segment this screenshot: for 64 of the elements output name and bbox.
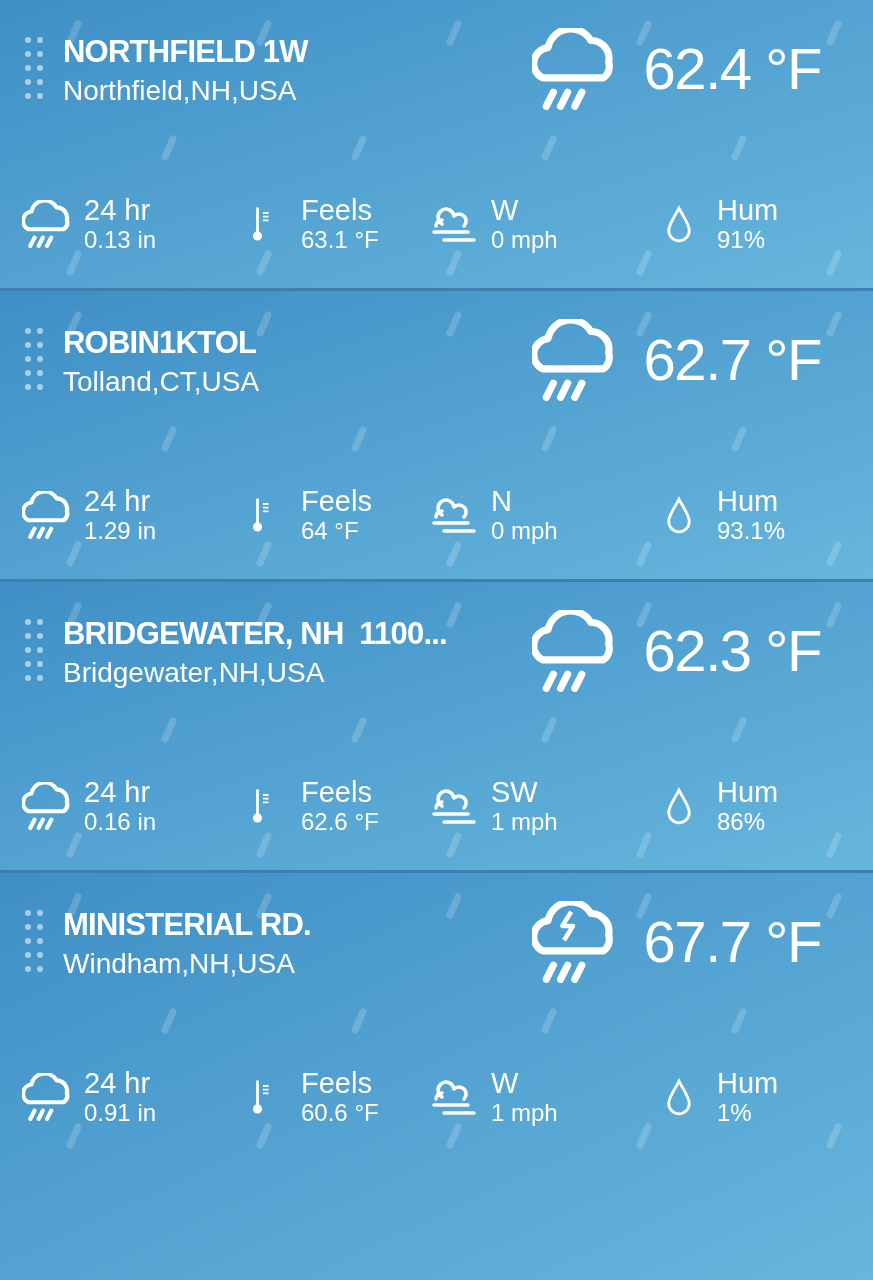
- stat-value: 0.91 in: [84, 1099, 157, 1127]
- stat-label: 24 hr: [84, 194, 152, 226]
- station-name: BRIDGEWATER, NH 1100...: [63, 615, 448, 653]
- stat-label: W: [491, 194, 520, 226]
- temperature-reading: 62.4 °F: [643, 35, 821, 103]
- rain-cloud-icon: [22, 200, 70, 248]
- stat-label: 24 hr: [84, 485, 152, 517]
- station-card[interactable]: NORTHFIELD 1W Northfield,NH,USA 62.4 °F 24 hr 0.13 in Feels 63.1 °F W 0 mph Hum 91%: [0, 0, 873, 288]
- temperature-reading: 62.3 °F: [643, 617, 821, 685]
- stat-label: W: [491, 1067, 520, 1099]
- stat-value: 93.1%: [717, 517, 786, 545]
- stat-value: 64 °F: [301, 517, 360, 545]
- rain-cloud-icon: [531, 319, 614, 401]
- stat-label: Hum: [717, 485, 780, 517]
- water-drop-icon: [665, 1078, 693, 1116]
- stat-label: N: [491, 485, 513, 517]
- temperature-reading: 62.7 °F: [643, 326, 821, 394]
- stat-label: 24 hr: [84, 1067, 152, 1099]
- stat-value: 1%: [717, 1099, 753, 1127]
- stat-value: 62.6 °F: [301, 808, 379, 836]
- rain-cloud-icon: [531, 28, 614, 110]
- station-location: Northfield,NH,USA: [63, 74, 298, 108]
- stat-value: 0 mph: [491, 517, 558, 545]
- drag-handle-icon[interactable]: [24, 36, 46, 102]
- rain-cloud-icon: [22, 491, 70, 539]
- stat-label: Feels: [301, 776, 373, 808]
- station-name: MINISTERIAL RD.: [63, 906, 312, 944]
- drag-handle-icon[interactable]: [24, 327, 46, 393]
- stat-label: Feels: [301, 1067, 373, 1099]
- stat-value: 0 mph: [491, 226, 558, 254]
- storm-cloud-icon: [531, 901, 614, 983]
- stat-label: Hum: [717, 194, 779, 226]
- station-card[interactable]: MINISTERIAL RD. Windham,NH,USA 67.7 °F 24 hr 0.91 in Feels 60.6 °F W 1 mph Hum 1%: [0, 873, 873, 1280]
- stat-value: 63.1 °F: [301, 226, 379, 254]
- water-drop-icon: [665, 496, 693, 534]
- drag-handle-icon[interactable]: [24, 618, 46, 684]
- rain-cloud-icon: [531, 610, 614, 692]
- station-location: Tolland,CT,USA: [63, 365, 261, 399]
- stat-value: 1 mph: [491, 808, 558, 836]
- stat-label: 24 hr: [84, 776, 152, 808]
- stat-value: 86%: [717, 808, 767, 836]
- stat-label: SW: [491, 776, 539, 808]
- stat-value: 0.16 in: [84, 808, 157, 836]
- stat-label: Hum: [717, 776, 779, 808]
- rain-cloud-icon: [22, 782, 70, 830]
- station-card[interactable]: BRIDGEWATER, NH 1100... Bridgewater,NH,USA 62.3 °F 24 hr 0.16 in Feels 62.6 °F SW 1 mph Hum 86%: [0, 582, 873, 870]
- water-drop-icon: [665, 205, 693, 243]
- station-name: NORTHFIELD 1W: [63, 33, 310, 71]
- stat-value: 0.13 in: [84, 226, 157, 254]
- stat-value: 91%: [717, 226, 767, 254]
- station-location: Bridgewater,NH,USA: [63, 656, 326, 690]
- stat-label: Feels: [301, 194, 373, 226]
- stat-value: 1.29 in: [84, 517, 157, 545]
- stat-label: Hum: [717, 1067, 779, 1099]
- stat-value: 1 mph: [491, 1099, 558, 1127]
- station-card[interactable]: ROBIN1KTOL Tolland,CT,USA 62.7 °F 24 hr 1.29 in Feels 64 °F N 0 mph Hum 93.1%: [0, 291, 873, 579]
- stat-value: 60.6 °F: [301, 1099, 379, 1127]
- temperature-reading: 67.7 °F: [643, 908, 821, 976]
- water-drop-icon: [665, 787, 693, 825]
- rain-cloud-icon: [22, 1073, 70, 1121]
- station-name: ROBIN1KTOL: [63, 324, 258, 362]
- stat-label: Feels: [301, 485, 372, 517]
- drag-handle-icon[interactable]: [24, 909, 46, 975]
- station-location: Windham,NH,USA: [63, 947, 296, 981]
